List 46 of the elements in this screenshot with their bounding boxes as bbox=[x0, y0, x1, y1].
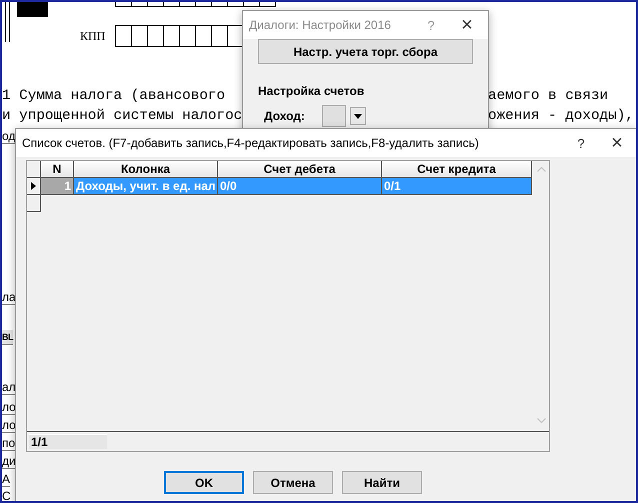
document-text: BL bbox=[2, 330, 13, 345]
close-button[interactable]: × bbox=[596, 132, 636, 154]
table-cell: 0/1 bbox=[382, 178, 532, 195]
column-header[interactable]: N bbox=[41, 161, 74, 178]
row-indicator[interactable] bbox=[27, 195, 41, 212]
caret-icon bbox=[354, 114, 362, 118]
input-cell bbox=[115, 25, 132, 47]
document-text: аемого в связи bbox=[488, 88, 608, 104]
window-title: Список счетов. (F7-добавить запись,F4-редактировать запись,F8-удалить запись) bbox=[22, 136, 480, 150]
current-row-icon bbox=[31, 182, 36, 190]
input-cell bbox=[163, 25, 180, 47]
document-text: А bbox=[2, 472, 10, 487]
dialog-button[interactable]: OK bbox=[164, 471, 244, 494]
document-text: 1 Сумма налога (авансового bbox=[2, 88, 226, 104]
window-title: Диалоги: Настройки 2016 bbox=[249, 18, 392, 32]
scroll-up-icon bbox=[536, 167, 546, 172]
vertical-rule bbox=[5, 2, 10, 42]
header-cell bbox=[27, 161, 41, 178]
section-title: Настройка счетов bbox=[258, 84, 366, 98]
input-cell bbox=[131, 25, 148, 47]
document-text: ожения - доходы), bbox=[488, 108, 634, 124]
trade-fee-button[interactable]: Настр. учета торг. сбора bbox=[258, 39, 473, 64]
column-header[interactable]: Колонка bbox=[74, 161, 218, 178]
document-text: С bbox=[2, 489, 11, 501]
row-indicator[interactable] bbox=[27, 178, 41, 195]
dialog-button[interactable]: Отмена bbox=[253, 471, 333, 494]
dropdown-button[interactable] bbox=[350, 107, 366, 125]
dialog-button[interactable]: Найти bbox=[342, 471, 422, 494]
input-cell bbox=[195, 25, 212, 47]
document-text: и упрощенной системы налогос bbox=[2, 108, 242, 124]
help-button[interactable]: ? bbox=[566, 136, 596, 150]
color-swatch[interactable] bbox=[322, 105, 346, 127]
close-button[interactable]: × bbox=[446, 14, 488, 36]
input-cell bbox=[211, 25, 228, 47]
income-label: Доход: bbox=[264, 109, 306, 123]
input-cell bbox=[179, 25, 196, 47]
column-header[interactable]: Счет дебета bbox=[218, 161, 382, 178]
table-cell: Доходы, учит. в ед. нал bbox=[74, 178, 218, 195]
record-counter: 1/1 bbox=[29, 434, 107, 449]
document-block bbox=[17, 2, 48, 17]
scroll-down-icon bbox=[536, 418, 546, 423]
table-cell: 0/0 bbox=[218, 178, 382, 195]
kpp-label: КПП bbox=[80, 29, 106, 44]
input-cell bbox=[147, 25, 164, 47]
column-header[interactable]: Счет кредита bbox=[382, 161, 532, 178]
table-cell: 1 bbox=[41, 178, 74, 195]
